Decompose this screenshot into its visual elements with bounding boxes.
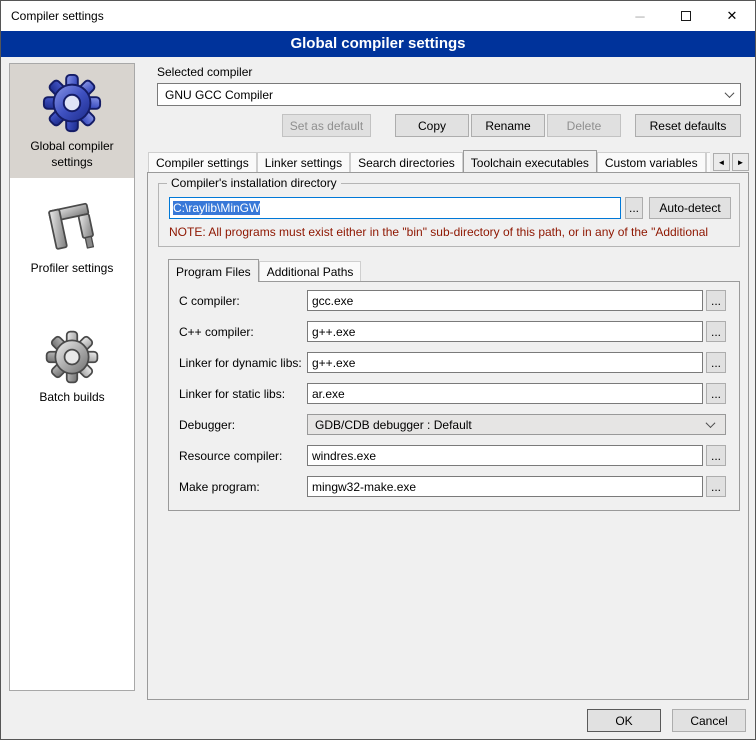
chevron-down-icon <box>725 88 735 98</box>
clamp-gray-icon <box>44 200 100 256</box>
tab-custom-variables[interactable]: Custom variables <box>597 152 706 172</box>
caption-buttons: ─ ✕ <box>617 1 755 31</box>
debugger-select[interactable]: GDB/CDB debugger : Default <box>307 414 726 435</box>
linker-static-input[interactable] <box>307 383 703 404</box>
sidebar-item-label: Profiler settings <box>14 261 130 277</box>
sidebar-item-label: Batch builds <box>14 390 130 406</box>
reset-defaults-button[interactable]: Reset defaults <box>635 114 741 137</box>
maximize-icon <box>681 11 691 21</box>
copy-button[interactable]: Copy <box>395 114 469 137</box>
resource-compiler-input[interactable] <box>307 445 703 466</box>
cpp-compiler-input[interactable] <box>307 321 703 342</box>
cpp-compiler-label: C++ compiler: <box>179 325 254 339</box>
c-compiler-browse-button[interactable]: ... <box>706 290 726 311</box>
compiler-select[interactable]: GNU GCC Compiler <box>157 83 741 106</box>
compiler-select-value: GNU GCC Compiler <box>165 88 273 102</box>
note-text: NOTE: All programs must exist either in … <box>169 225 733 239</box>
cpp-compiler-browse-button[interactable]: ... <box>706 321 726 342</box>
tab-scroll-buttons: ◄ ► <box>713 153 749 172</box>
tab-build-options[interactable]: Build <box>706 152 710 172</box>
linker-static-browse-button[interactable]: ... <box>706 383 726 404</box>
arrow-left-icon: ◄ <box>718 158 726 167</box>
tab-search-directories[interactable]: Search directories <box>350 152 463 172</box>
installation-directory-value: C:\raylib\MinGW <box>173 201 260 215</box>
sidebar-item-profiler-settings[interactable]: Profiler settings <box>10 192 134 285</box>
gear-gray-icon <box>44 329 100 385</box>
cancel-button[interactable]: Cancel <box>672 709 746 732</box>
installation-directory-input[interactable]: C:\raylib\MinGW <box>169 197 621 219</box>
form-row: Linker for static libs: ... <box>169 383 739 405</box>
subtab-program-files[interactable]: Program Files <box>168 259 259 282</box>
tab-scroll-right-button[interactable]: ► <box>732 153 749 171</box>
program-files-panel: C compiler: ... C++ compiler: ... Linker… <box>168 281 740 511</box>
toolchain-executables-panel: Compiler's installation directory C:\ray… <box>147 172 749 700</box>
close-icon: ✕ <box>727 8 738 24</box>
settings-category-sidebar: Global compiler settings Profiler settin… <box>9 63 135 691</box>
close-button[interactable]: ✕ <box>709 1 755 31</box>
sidebar-item-global-compiler-settings[interactable]: Global compiler settings <box>10 64 134 178</box>
tabs-viewport: Compiler settings Linker settings Search… <box>148 150 710 172</box>
maximize-button[interactable] <box>663 1 709 31</box>
resource-compiler-label: Resource compiler: <box>179 449 282 463</box>
minimize-icon: ─ <box>635 9 644 24</box>
c-compiler-input[interactable] <box>307 290 703 311</box>
installation-directory-label: Compiler's installation directory <box>167 176 341 190</box>
arrow-right-icon: ► <box>737 158 745 167</box>
form-row: Resource compiler: ... <box>169 445 739 467</box>
settings-tabstrip: Compiler settings Linker settings Search… <box>148 150 749 172</box>
compiler-settings-dialog: Compiler settings ─ ✕ Global compiler se… <box>0 0 756 740</box>
make-program-input[interactable] <box>307 476 703 497</box>
ok-button[interactable]: OK <box>587 709 661 732</box>
selected-compiler-label: Selected compiler <box>157 65 252 79</box>
titlebar: Compiler settings ─ ✕ <box>1 1 755 31</box>
minimize-button[interactable]: ─ <box>617 1 663 31</box>
linker-static-label: Linker for static libs: <box>179 387 285 401</box>
program-files-tabstrip: Program Files Additional Paths <box>168 259 361 281</box>
chevron-down-icon <box>706 418 716 428</box>
make-program-label: Make program: <box>179 480 260 494</box>
installation-directory-groupbox: Compiler's installation directory C:\ray… <box>158 183 740 247</box>
page-title: Global compiler settings <box>1 31 755 57</box>
auto-detect-button[interactable]: Auto-detect <box>649 197 731 219</box>
tab-linker-settings[interactable]: Linker settings <box>257 152 350 172</box>
resource-compiler-browse-button[interactable]: ... <box>706 445 726 466</box>
make-program-browse-button[interactable]: ... <box>706 476 726 497</box>
rename-button[interactable]: Rename <box>471 114 545 137</box>
sidebar-item-label: Global compiler settings <box>14 139 130 170</box>
tab-compiler-settings[interactable]: Compiler settings <box>148 152 257 172</box>
debugger-label: Debugger: <box>179 418 235 432</box>
form-row: C compiler: ... <box>169 290 739 312</box>
form-row: Linker for dynamic libs: ... <box>169 352 739 374</box>
linker-dynamic-browse-button[interactable]: ... <box>706 352 726 373</box>
form-row: C++ compiler: ... <box>169 321 739 343</box>
linker-dynamic-label: Linker for dynamic libs: <box>179 356 302 370</box>
debugger-select-value: GDB/CDB debugger : Default <box>315 418 472 432</box>
subtab-additional-paths[interactable]: Additional Paths <box>259 261 362 281</box>
tab-scroll-left-button[interactable]: ◄ <box>713 153 730 171</box>
set-as-default-button[interactable]: Set as default <box>282 114 371 137</box>
gear-blue-icon <box>41 72 103 134</box>
delete-button[interactable]: Delete <box>547 114 621 137</box>
linker-dynamic-input[interactable] <box>307 352 703 373</box>
tab-toolchain-executables[interactable]: Toolchain executables <box>463 150 597 172</box>
form-row: Debugger: GDB/CDB debugger : Default <box>169 414 739 436</box>
form-row: Make program: ... <box>169 476 739 498</box>
c-compiler-label: C compiler: <box>179 294 240 308</box>
sidebar-item-batch-builds[interactable]: Batch builds <box>10 321 134 414</box>
installation-directory-browse-button[interactable]: ... <box>625 197 643 219</box>
window-title: Compiler settings <box>1 9 104 23</box>
